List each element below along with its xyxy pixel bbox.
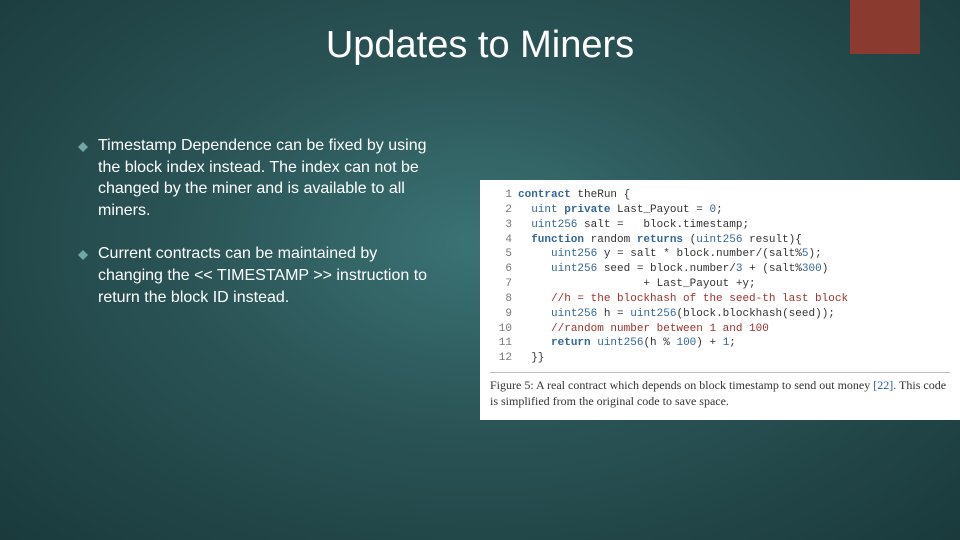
divider [490, 372, 950, 373]
code-line: 11 return uint256(h % 100) + 1; [490, 336, 950, 351]
line-number: 10 [490, 322, 512, 337]
slide-title: Updates to Miners [0, 24, 960, 67]
code-line: 2 uint private Last_Payout = 0; [490, 203, 950, 218]
line-number: 5 [490, 247, 512, 262]
diamond-icon [78, 139, 88, 157]
code-content: function random returns (uint256 result)… [518, 233, 802, 248]
code-line: 3 uint256 salt = block.timestamp; [490, 218, 950, 233]
code-block: 1contract theRun {2 uint private Last_Pa… [490, 188, 950, 366]
line-number: 2 [490, 203, 512, 218]
code-content: contract theRun { [518, 188, 630, 203]
code-content: uint private Last_Payout = 0; [518, 203, 723, 218]
code-line: 4 function random returns (uint256 resul… [490, 233, 950, 248]
code-content: }} [518, 351, 544, 366]
code-content: //h = the blockhash of the seed-th last … [518, 292, 848, 307]
code-content: uint256 seed = block.number/3 + (salt%30… [518, 262, 828, 277]
list-item: Timestamp Dependence can be fixed by usi… [78, 135, 438, 221]
code-line: 12 }} [490, 351, 950, 366]
line-number: 9 [490, 307, 512, 322]
line-number: 3 [490, 218, 512, 233]
diamond-icon [78, 247, 88, 265]
figure-caption: Figure 5: A real contract which depends … [490, 377, 950, 409]
code-figure: 1contract theRun {2 uint private Last_Pa… [480, 180, 960, 420]
code-content: uint256 y = salt * block.number/(salt%5)… [518, 247, 822, 262]
code-content: //random number between 1 and 100 [518, 322, 769, 337]
line-number: 8 [490, 292, 512, 307]
code-line: 10 //random number between 1 and 100 [490, 322, 950, 337]
line-number: 12 [490, 351, 512, 366]
bullet-text: Timestamp Dependence can be fixed by usi… [98, 135, 438, 221]
line-number: 4 [490, 233, 512, 248]
line-number: 1 [490, 188, 512, 203]
code-line: 8 //h = the blockhash of the seed-th las… [490, 292, 950, 307]
code-content: uint256 h = uint256(block.blockhash(seed… [518, 307, 835, 322]
bullet-list: Timestamp Dependence can be fixed by usi… [78, 135, 438, 330]
code-content: return uint256(h % 100) + 1; [518, 336, 736, 351]
code-line: 9 uint256 h = uint256(block.blockhash(se… [490, 307, 950, 322]
code-line: 6 uint256 seed = block.number/3 + (salt%… [490, 262, 950, 277]
line-number: 11 [490, 336, 512, 351]
code-line: 5 uint256 y = salt * block.number/(salt%… [490, 247, 950, 262]
code-content: uint256 salt = block.timestamp; [518, 218, 749, 233]
line-number: 6 [490, 262, 512, 277]
list-item: Current contracts can be maintained by c… [78, 243, 438, 308]
code-content: + Last_Payout +y; [518, 277, 756, 292]
citation-ref: [22] [873, 378, 893, 392]
bullet-text: Current contracts can be maintained by c… [98, 243, 438, 308]
caption-text: Figure 5: A real contract which depends … [490, 378, 873, 392]
code-line: 1 contract theRun { [490, 188, 950, 203]
line-number: 7 [490, 277, 512, 292]
code-line: 7 + Last_Payout +y; [490, 277, 950, 292]
